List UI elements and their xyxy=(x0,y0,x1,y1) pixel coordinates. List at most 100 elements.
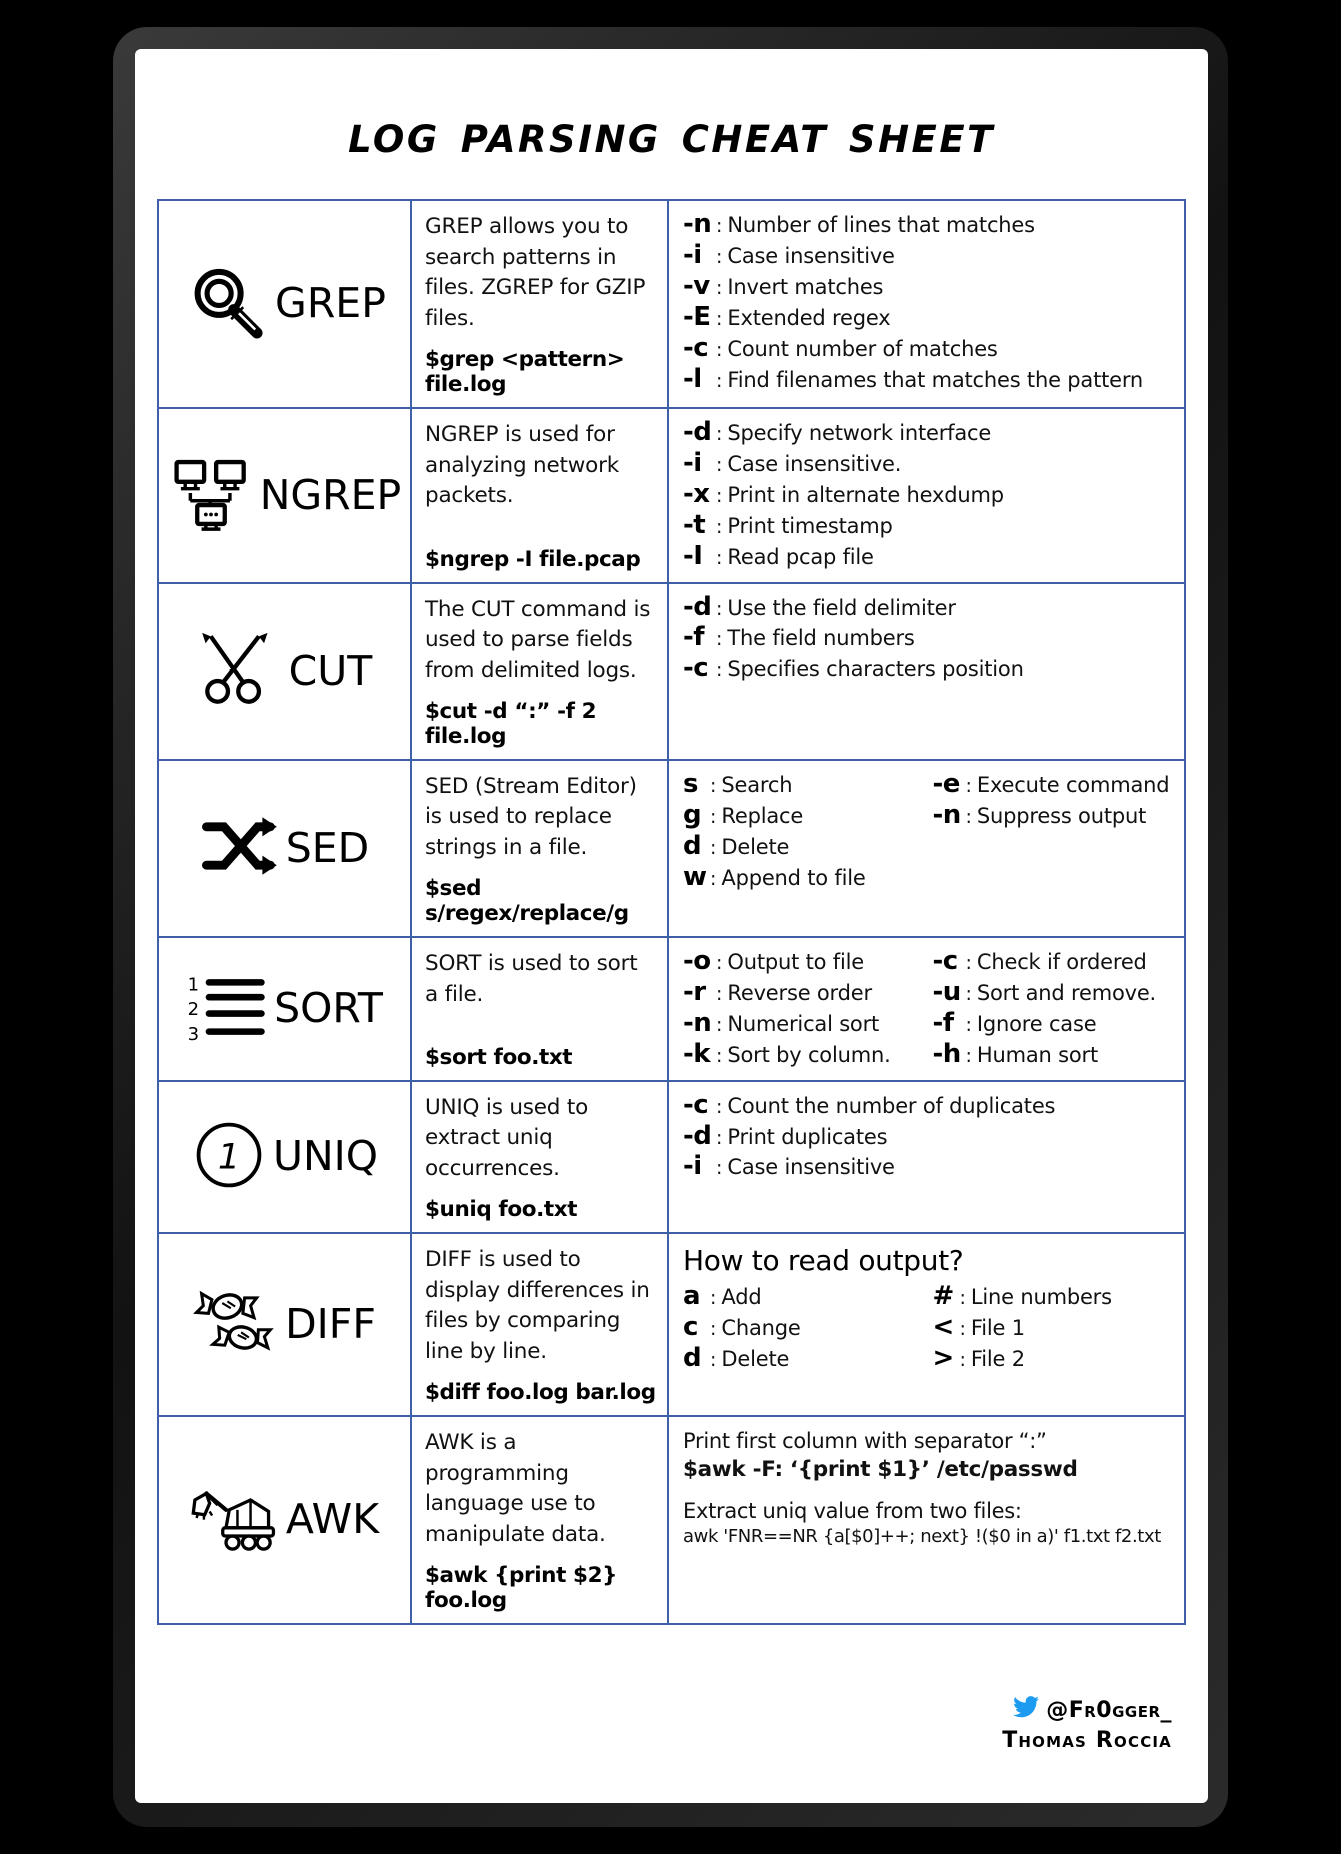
option-item: -o: Output to file xyxy=(683,948,925,977)
option-item: -d: Specify network interface xyxy=(683,419,1174,448)
option-text: Read pcap file xyxy=(727,544,874,569)
option-flag: -c xyxy=(683,1089,709,1120)
option-item: -c: Count number of matches xyxy=(683,335,1174,364)
network-computers-icon xyxy=(168,450,254,540)
table-row: DIFF DIFF is used to display differences… xyxy=(159,1233,1184,1417)
table-row: SED SED (Stream Editor) is used to repla… xyxy=(159,760,1184,938)
option-flag: -r xyxy=(683,976,706,1007)
option-text: Find filenames that matches the pattern xyxy=(727,367,1144,392)
description-cell-awk: AWK is a programming language use to man… xyxy=(412,1416,669,1623)
page-title: Log Parsing Cheat Sheet xyxy=(348,104,995,165)
option-separator: : xyxy=(959,1348,966,1371)
option-item: -i: Case insensitive xyxy=(683,1153,1174,1182)
option-text: Specify network interface xyxy=(727,420,992,445)
magnifier-icon xyxy=(183,259,269,349)
option-text: Output to file xyxy=(727,949,864,974)
option-item: -f: Ignore case xyxy=(933,1010,1175,1039)
option-separator: : xyxy=(716,307,723,330)
option-flag: -c xyxy=(683,653,709,684)
option-item: -c: Count the number of duplicates xyxy=(683,1092,1174,1121)
footer: @Fr0gger_ Thomas Roccia xyxy=(1002,1696,1172,1753)
option-text: Delete xyxy=(721,1346,790,1371)
option-flag: -i xyxy=(683,239,702,270)
option-item: w: Append to file xyxy=(683,864,925,893)
option-separator: : xyxy=(710,867,717,890)
option-item: -n: Number of lines that matches xyxy=(683,211,1174,240)
description-cell-ngrep: NGREP is used for analyzing network pack… xyxy=(412,408,669,582)
example-command: $grep <pattern> file.log xyxy=(425,346,625,397)
option-item: -c: Check if ordered xyxy=(933,948,1175,977)
table-row: 1 2 3 SORT SORT is used to sort a file. xyxy=(159,937,1184,1082)
option-flag: -k xyxy=(683,1038,711,1069)
option-flag: -i xyxy=(683,447,702,478)
excavator-icon xyxy=(190,1476,280,1564)
scissors-icon xyxy=(197,626,283,716)
option-item-empty xyxy=(933,864,1175,893)
author-name: Thomas Roccia xyxy=(1002,1728,1172,1753)
option-flag: -u xyxy=(932,976,962,1007)
option-separator: : xyxy=(710,1317,717,1340)
option-item: >: File 2 xyxy=(933,1345,1175,1374)
description-text: UNIQ is used to extract uniq occurrences… xyxy=(425,1094,589,1182)
option-item: -e: Execute command xyxy=(933,771,1175,800)
option-item: -u: Sort and remove. xyxy=(933,979,1175,1008)
svg-text:2: 2 xyxy=(188,999,199,1020)
options-cell-sed: s: Search -e: Execute command g: Replace -n… xyxy=(669,761,1184,936)
option-item: -n: Suppress output xyxy=(933,802,1175,831)
svg-text:3: 3 xyxy=(188,1024,199,1045)
option-text: Print in alternate hexdump xyxy=(727,482,1004,507)
example-command: $cut -d “:” -f 2 file.log xyxy=(425,698,597,749)
option-flag: d xyxy=(683,830,702,861)
option-text: Reverse order xyxy=(727,980,872,1005)
command-name-label: AWK xyxy=(285,1495,380,1544)
option-flag: -d xyxy=(683,591,712,622)
option-separator: : xyxy=(710,836,717,859)
option-text: Count the number of duplicates xyxy=(727,1093,1056,1118)
option-text: Specifies characters position xyxy=(727,657,1024,682)
option-item: -c: Specifies characters position xyxy=(683,655,1174,684)
cheatsheet-paper: Log Parsing Cheat Sheet GREP xyxy=(135,49,1208,1803)
option-separator: : xyxy=(716,215,723,237)
option-flag: -d xyxy=(683,1120,712,1151)
command-name-label: DIFF xyxy=(285,1299,376,1348)
option-text: File 1 xyxy=(970,1315,1025,1340)
option-text: Numerical sort xyxy=(727,1011,880,1036)
command-name-cell-uniq: 1 UNIQ xyxy=(159,1081,412,1232)
option-item: -d: Print duplicates xyxy=(683,1123,1174,1152)
option-separator: : xyxy=(965,1013,972,1036)
option-text: Number of lines that matches xyxy=(727,213,1035,237)
command-name-cell-cut: CUT xyxy=(159,583,412,759)
option-item: <: File 1 xyxy=(933,1314,1175,1343)
twitter-bird-icon xyxy=(1013,1696,1040,1724)
description-text: NGREP is used for analyzing network pack… xyxy=(425,421,619,509)
option-separator: : xyxy=(716,628,723,651)
device-frame: Log Parsing Cheat Sheet GREP xyxy=(113,27,1228,1827)
option-separator: : xyxy=(716,515,723,538)
candies-icon xyxy=(193,1279,279,1369)
twitter-handle-row[interactable]: @Fr0gger_ xyxy=(1002,1696,1172,1724)
example-command: $awk {print $2} foo.log xyxy=(425,1562,618,1613)
option-text: Case insensitive xyxy=(727,243,895,268)
option-text: Sort by column. xyxy=(727,1042,891,1067)
cheatsheet-table: GREP GREP allows you to search patterns … xyxy=(157,199,1186,1625)
table-row: GREP GREP allows you to search patterns … xyxy=(159,201,1184,409)
option-text: Sort and remove. xyxy=(976,980,1157,1005)
option-text: File 2 xyxy=(970,1346,1025,1371)
table-row: 1 UNIQ UNIQ is used to extract uniq occu… xyxy=(159,1081,1184,1234)
option-flag: d xyxy=(683,1342,702,1373)
command-name-label: UNIQ xyxy=(272,1132,379,1181)
option-separator: : xyxy=(716,597,723,620)
table-row: CUT The CUT command is used to parse fie… xyxy=(159,583,1184,761)
option-flag: -n xyxy=(932,799,962,830)
option-separator: : xyxy=(710,1286,717,1309)
option-flag: > xyxy=(932,1342,955,1373)
option-flag: -E xyxy=(683,301,711,332)
option-text: Case insensitive. xyxy=(727,451,902,476)
awk-print-column-label: Print first column with separator “:” xyxy=(683,1428,1047,1453)
option-separator: : xyxy=(716,453,723,476)
option-flag: -n xyxy=(683,1007,712,1038)
option-flag: -f xyxy=(932,1007,955,1038)
option-flag: -h xyxy=(932,1038,962,1069)
description-text: The CUT command is used to parse fields … xyxy=(425,596,651,684)
description-cell-uniq: UNIQ is used to extract uniq occurrences… xyxy=(412,1081,669,1232)
